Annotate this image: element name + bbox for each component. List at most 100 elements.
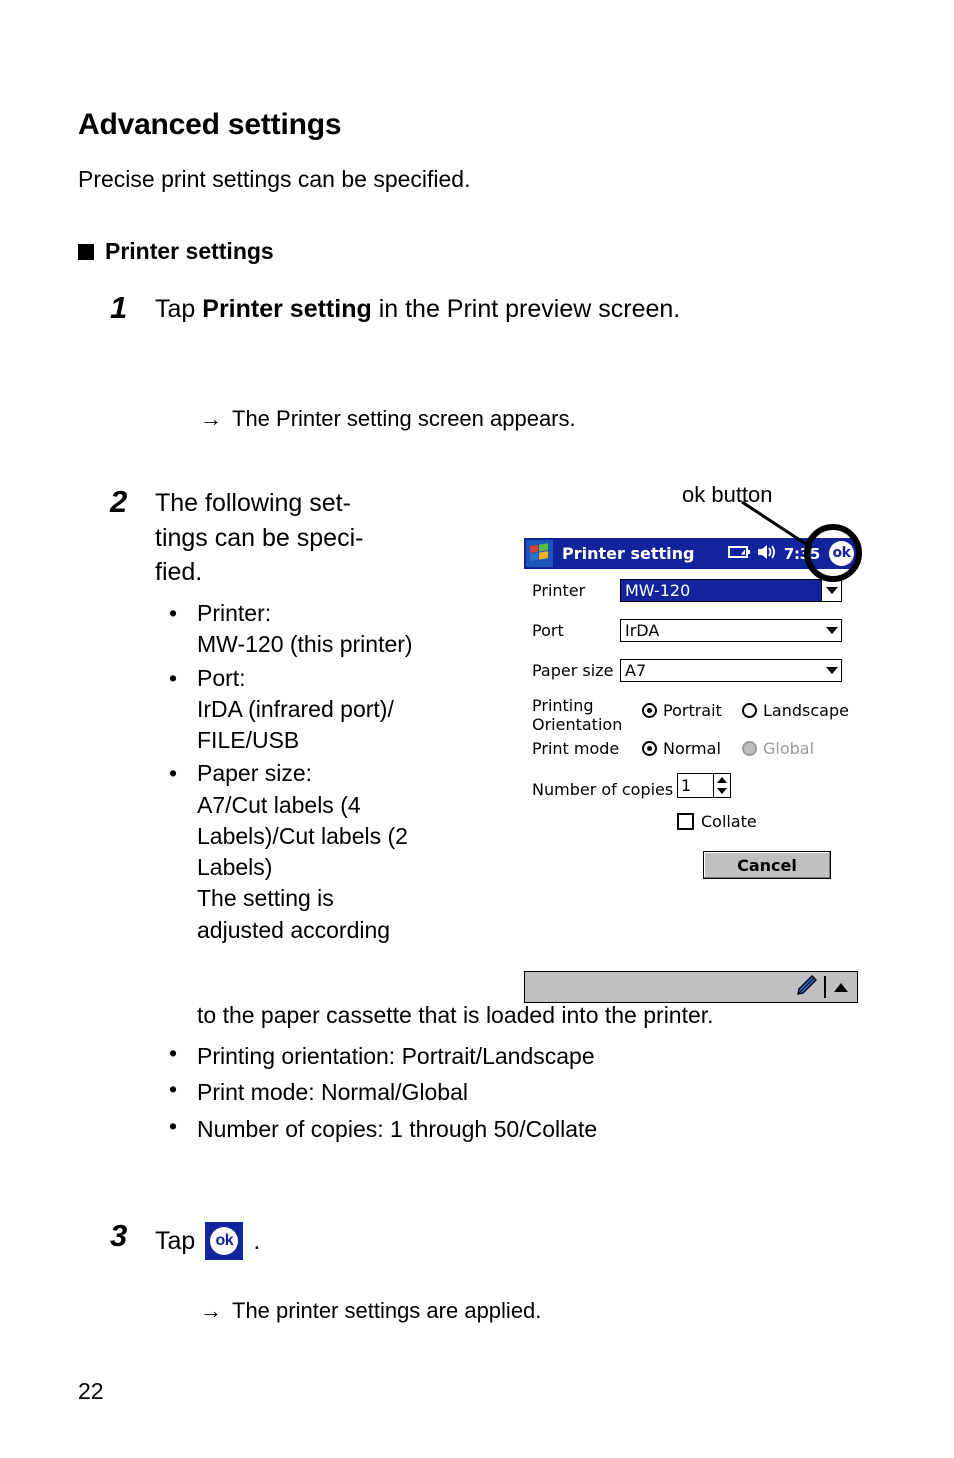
step-3-number: 3: [110, 1218, 128, 1253]
bullet-dot-icon: •: [169, 600, 178, 626]
bullet-dot-icon: •: [169, 760, 178, 787]
collate-label: Collate: [701, 812, 757, 831]
step-1-note: → The Printer setting screen appears.: [200, 406, 576, 432]
page-title: Advanced settings: [78, 108, 342, 141]
ok-button-icon: ok: [205, 1222, 244, 1260]
port-select[interactable]: IrDA: [620, 619, 842, 642]
taskbar-separator: [824, 976, 826, 998]
section-heading-label: Printer settings: [105, 238, 274, 264]
section-heading: Printer settings: [78, 238, 274, 265]
step-3-tap-label: Tap: [155, 1226, 196, 1255]
speaker-icon[interactable]: [757, 544, 777, 564]
battery-icon[interactable]: [727, 544, 750, 563]
screenshot-form: Printer MW-120 Port IrDA Paper size A7 P…: [524, 569, 858, 1003]
stepper-buttons[interactable]: [713, 774, 730, 797]
screenshot-title: Printer setting: [562, 544, 695, 563]
screenshot-titlebar: Printer setting 7:35 ok: [524, 538, 858, 569]
bullet-label: Printing orientation: Portrait/Landscape: [197, 1043, 595, 1069]
radio-landscape[interactable]: Landscape: [742, 701, 849, 720]
paper-size-select[interactable]: A7: [620, 659, 842, 682]
radio-on-icon: [642, 703, 657, 718]
step-3-note-label: The printer settings are applied.: [232, 1298, 542, 1323]
section-bullet-square-icon: [78, 243, 94, 260]
bullet-detail: A7/Cut labels (4 Labels)/Cut labels (2 L…: [197, 791, 408, 943]
step-1-number: 1: [110, 290, 128, 325]
list-item: • Paper size: A7/Cut labels (4 Labels)/C…: [155, 758, 495, 946]
copies-stepper[interactable]: 1: [677, 773, 731, 798]
bullet-dot-icon: •: [169, 1112, 178, 1139]
right-arrow-icon: →: [200, 406, 222, 431]
list-item: • Port: IrDA (infrared port)/ FILE/USB: [155, 663, 495, 757]
chevron-down-icon[interactable]: [822, 660, 841, 681]
step-1-bold-term: Printer setting: [202, 295, 372, 323]
step-1-text-before: Tap: [155, 295, 203, 323]
list-item: • Print mode: Normal/Global: [155, 1074, 915, 1110]
radio-landscape-label: Landscape: [763, 701, 849, 720]
step-1-text-after: in the Print preview screen.: [371, 295, 681, 323]
radio-print-mode-global: Global: [742, 739, 814, 758]
radio-off-icon: [742, 703, 757, 718]
checkbox-unchecked-icon: [677, 813, 694, 830]
bullet-label: Port:: [197, 664, 246, 691]
ok-button[interactable]: ok: [829, 541, 854, 566]
ok-button-callout-label: ok button: [682, 482, 773, 507]
step-2-bullet-list: • Printer: MW-120 (this printer) • Port:…: [155, 598, 495, 948]
windows-flag-icon[interactable]: [526, 540, 553, 567]
step-2-bullet-list-wide: • Printing orientation: Portrait/Landsca…: [155, 1038, 915, 1147]
screenshot-taskbar: [524, 971, 858, 1003]
radio-print-mode-normal[interactable]: Normal: [642, 739, 721, 758]
right-arrow-icon: →: [200, 1298, 222, 1323]
bullet-dot-icon: •: [169, 1076, 178, 1103]
radio-portrait-label: Portrait: [663, 701, 722, 720]
radio-normal-label: Normal: [663, 739, 721, 758]
step-3-note: → The printer settings are applied.: [200, 1298, 541, 1324]
radio-on-icon: [642, 741, 657, 756]
stepper-down-icon[interactable]: [717, 788, 727, 795]
chevron-up-icon[interactable]: [834, 982, 848, 992]
printing-orientation-label-line2: Orientation: [532, 714, 623, 734]
printer-select-value: MW-120: [621, 580, 821, 601]
list-item: • Number of copies: 1 through 50/Collate: [155, 1111, 915, 1147]
chevron-down-icon[interactable]: [822, 620, 841, 641]
copies-label: Number of copies: [532, 780, 674, 799]
radio-portrait[interactable]: Portrait: [642, 701, 722, 720]
screenshot-status-area: 7:35 ok: [727, 538, 854, 569]
cancel-button[interactable]: Cancel: [703, 851, 831, 879]
printer-field-row: Printer: [532, 581, 610, 600]
bullet-dot-icon: •: [169, 1040, 178, 1066]
bullet-detail: MW-120 (this printer): [197, 631, 413, 658]
page-number: 22: [78, 1378, 104, 1404]
bullet-label: Paper size:: [197, 760, 313, 787]
collate-checkbox[interactable]: Collate: [677, 812, 757, 831]
ok-button-icon-label: ok: [210, 1227, 239, 1255]
step-2-number: 2: [110, 484, 128, 519]
bullet-dot-icon: •: [169, 664, 178, 691]
paper-size-select-value: A7: [625, 661, 647, 680]
step-1-text: Tap Printer setting in the Print preview…: [155, 292, 795, 327]
paper-size-field-row: Paper size: [532, 661, 618, 680]
bullet-label: Printer:: [197, 600, 272, 626]
clock-time: 7:35: [783, 544, 820, 563]
step-2-text: The following set- tings can be speci- f…: [155, 489, 364, 586]
printing-orientation-label: Printing Orientation: [532, 696, 623, 735]
port-field-row: Port: [532, 621, 610, 640]
port-label: Port: [532, 621, 564, 640]
copies-value: 1: [681, 776, 692, 795]
radio-disabled-icon: [742, 741, 757, 756]
device-screenshot: Printer setting 7:35 ok Printer MW-120 P…: [524, 538, 858, 1003]
list-item: • Printing orientation: Portrait/Landsca…: [155, 1038, 915, 1074]
print-mode-label: Print mode: [532, 739, 620, 758]
document-page: Advanced settings Precise print settings…: [0, 0, 954, 1458]
bullet-label: Print mode: Normal/Global: [197, 1079, 468, 1106]
stepper-up-icon[interactable]: [717, 776, 727, 783]
intro-text: Precise print settings can be specified.: [78, 166, 471, 192]
paper-size-label: Paper size: [532, 661, 614, 680]
chevron-down-icon[interactable]: [821, 580, 841, 601]
bullet-label: Number of copies: 1 through 50/Collate: [197, 1115, 598, 1142]
printer-select[interactable]: MW-120: [620, 579, 842, 602]
printing-orientation-label-line1: Printing: [532, 696, 594, 715]
step-3-text: Tap ok .: [155, 1222, 260, 1260]
printer-label: Printer: [532, 581, 586, 600]
stylus-pencil-icon[interactable]: [794, 973, 818, 1001]
port-select-value: IrDA: [625, 621, 660, 640]
